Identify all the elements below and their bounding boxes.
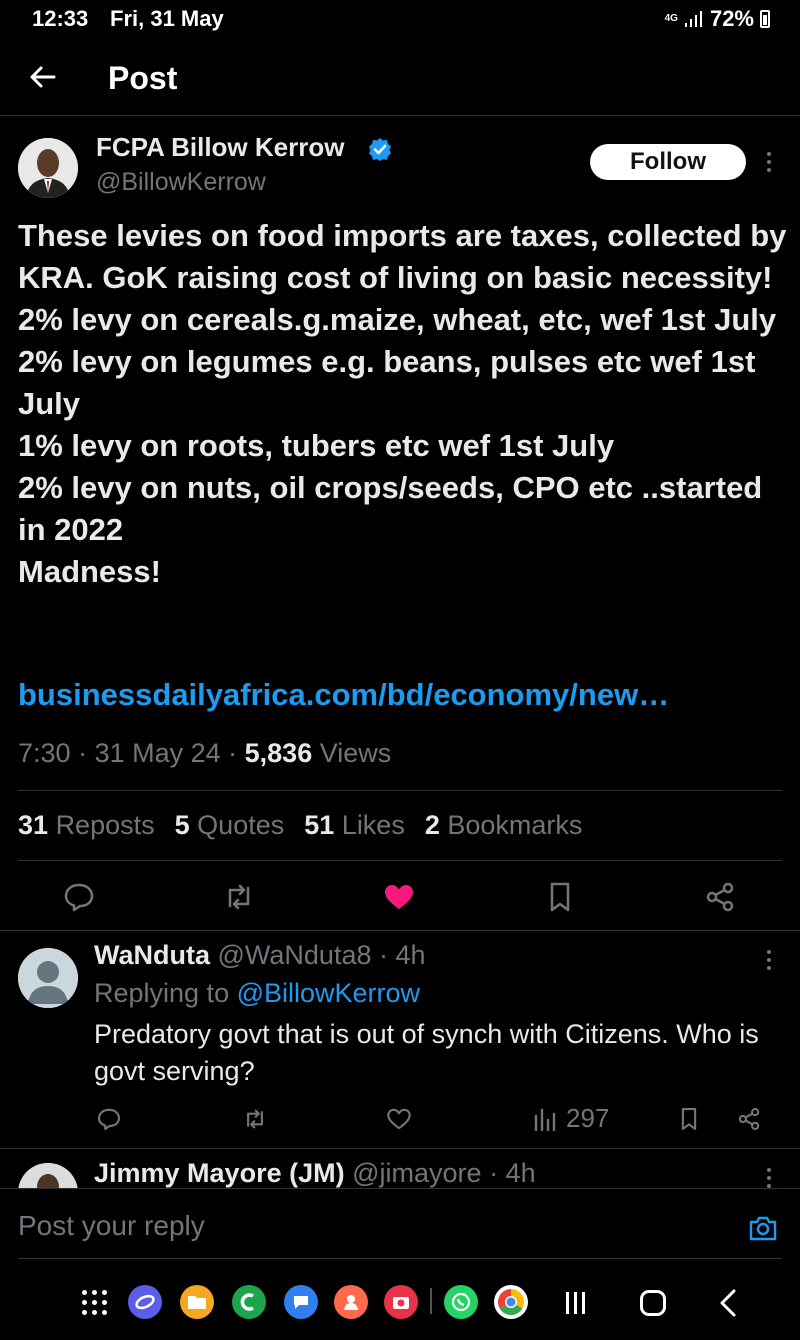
quotes-label: Quotes [197, 810, 285, 840]
divider [18, 860, 782, 861]
reply-input[interactable]: Post your reply [18, 1210, 205, 1242]
like-icon[interactable] [386, 1106, 412, 1132]
reply-more-options-icon[interactable] [766, 1168, 772, 1188]
status-icons: 4G 72% [665, 6, 770, 32]
whatsapp-app-icon[interactable] [444, 1285, 478, 1319]
replying-to-mention[interactable]: @BillowKerrow [237, 978, 420, 1008]
camera-icon[interactable] [748, 1213, 778, 1243]
repost-icon[interactable] [222, 880, 256, 914]
more-options-icon[interactable] [766, 152, 772, 172]
battery-icon [760, 10, 770, 28]
reply-action-bar [0, 1100, 800, 1140]
dock-separator [430, 1288, 432, 1314]
reply-author-name[interactable]: WaNduta [94, 940, 210, 970]
repost-icon[interactable] [242, 1106, 268, 1132]
status-date: Fri, 31 May [110, 6, 224, 31]
top-bar: Post [0, 50, 800, 116]
bookmarks-label: Bookmarks [447, 810, 583, 840]
post-time: 7:30 [18, 738, 71, 768]
reply-author-handle[interactable]: @WaNduta8 [218, 940, 372, 970]
chrome-app-icon[interactable] [494, 1285, 528, 1319]
reposts-label: Reposts [55, 810, 155, 840]
divider [0, 1148, 800, 1149]
replying-to-line: Replying to @BillowKerrow [94, 978, 420, 1009]
status-time: 12:33 [32, 6, 89, 31]
reply-header: Jimmy Mayore (JM) @jimayore · 4h [94, 1158, 536, 1189]
divider [18, 790, 782, 791]
battery-percent: 72% [709, 6, 754, 31]
divider [18, 1258, 782, 1259]
reposts-stat[interactable]: 31 Reposts [18, 810, 155, 841]
reply-time: · 4h [489, 1158, 536, 1188]
reply-more-options-icon[interactable] [766, 950, 772, 970]
quotes-stat[interactable]: 5 Quotes [175, 810, 285, 841]
views-label: Views [319, 738, 392, 768]
network-type: 4G [664, 13, 678, 24]
share-icon[interactable] [703, 880, 737, 914]
share-icon[interactable] [736, 1106, 762, 1132]
quotes-count: 5 [174, 810, 190, 840]
bookmarks-stat[interactable]: 2 Bookmarks [425, 810, 583, 841]
author-avatar[interactable] [18, 138, 78, 198]
reply-avatar[interactable] [18, 948, 78, 1008]
my-files-app-icon[interactable] [180, 1285, 214, 1319]
reply-header: WaNduta @WaNduta8 · 4h [94, 940, 426, 971]
signal-icon [684, 11, 702, 27]
bookmarks-count: 2 [424, 810, 440, 840]
views-count: 5,836 [244, 738, 313, 768]
post-meta: 7:30 · 31 May 24 · 5,836 Views [18, 738, 392, 768]
camera-app-icon[interactable] [384, 1285, 418, 1319]
likes-count: 51 [304, 810, 335, 840]
author-name[interactable]: FCPA Billow Kerrow [96, 132, 344, 163]
follow-button[interactable]: Follow [590, 144, 746, 180]
nav-back-icon[interactable] [716, 1288, 742, 1318]
phone-app-icon[interactable] [232, 1285, 266, 1319]
back-arrow-icon[interactable] [26, 60, 60, 94]
reply-icon[interactable] [62, 880, 96, 914]
internet-app-icon[interactable] [128, 1285, 162, 1319]
bookmark-icon[interactable] [676, 1106, 702, 1132]
reposts-count: 31 [18, 810, 49, 840]
status-bar: 12:33 Fri, 31 May 4G 72% [0, 0, 800, 38]
likes-label: Likes [341, 810, 405, 840]
reply-views-count: 297 [566, 1103, 610, 1133]
avatar-image [18, 138, 78, 198]
post-action-bar [0, 870, 800, 930]
reply-time: · 4h [379, 940, 426, 970]
post-date: 31 May 24 [94, 738, 221, 768]
reply-author-name[interactable]: Jimmy Mayore (JM) [94, 1158, 345, 1188]
reply-icon[interactable] [96, 1106, 122, 1132]
bookmark-icon[interactable] [543, 880, 577, 914]
home-button[interactable] [640, 1290, 666, 1316]
app-drawer-icon[interactable] [82, 1290, 108, 1316]
post-link[interactable]: businessdailyafrica.com/bd/economy/new… [18, 677, 669, 713]
likes-stat[interactable]: 51 Likes [304, 810, 405, 841]
contacts-app-icon[interactable] [334, 1285, 368, 1319]
divider [0, 930, 800, 931]
post-text: These levies on food imports are taxes, … [18, 218, 787, 589]
like-icon-filled[interactable] [382, 880, 416, 914]
reply-text: Predatory govt that is out of synch with… [94, 1019, 759, 1086]
default-avatar-icon [18, 948, 78, 1008]
views-icon[interactable] [532, 1106, 558, 1132]
page-title: Post [108, 60, 178, 96]
recents-button[interactable] [566, 1292, 588, 1314]
verified-badge-icon [369, 138, 391, 161]
replying-to-label: Replying to [94, 978, 230, 1008]
reply-author-handle[interactable]: @jimayore [352, 1158, 481, 1188]
messages-app-icon[interactable] [284, 1285, 318, 1319]
author-handle[interactable]: @BillowKerrow [96, 168, 266, 197]
engagement-counts: 31 Reposts 5 Quotes 51 Likes 2 Bookmarks [18, 810, 582, 841]
